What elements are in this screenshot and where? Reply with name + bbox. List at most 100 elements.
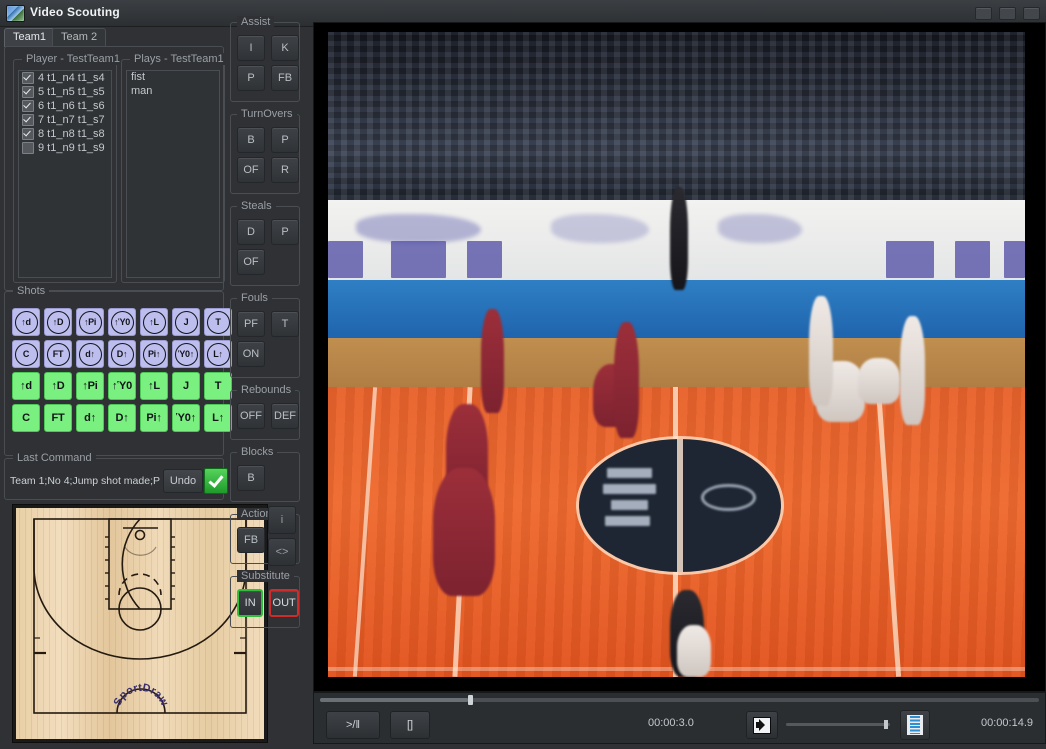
player-checkbox[interactable]: [22, 72, 34, 84]
stat-button-out[interactable]: OUT: [269, 589, 299, 617]
shot-button[interactable]: ↑Ὑ0: [108, 372, 136, 400]
player-checkbox[interactable]: [22, 100, 34, 112]
close-icon[interactable]: [1023, 7, 1040, 20]
player-list-item[interactable]: 5 t1_n5 t1_s5: [19, 85, 111, 99]
shot-button[interactable]: C: [12, 340, 40, 368]
shot-button[interactable]: D↑: [108, 404, 136, 432]
stat-button-p[interactable]: P: [271, 219, 299, 245]
player-list-item[interactable]: 6 t1_n6 t1_s6: [19, 99, 111, 113]
shot-button-label: ↑d: [20, 379, 32, 392]
video-frame[interactable]: [313, 22, 1046, 692]
stat-button-d[interactable]: D: [237, 219, 265, 245]
plays-list-item[interactable]: fist: [127, 71, 219, 85]
shot-button[interactable]: FT: [44, 340, 72, 368]
stat-button-off[interactable]: OFF: [237, 403, 265, 429]
shot-button[interactable]: ↑d: [12, 372, 40, 400]
player-checkbox[interactable]: [22, 128, 34, 140]
shot-button-label: J: [174, 310, 198, 334]
shots-group: Shots ↑d ↑D ↑Pi ↑Ὑ0 ↑L J T C FT d↑ D↑ Pi↑ Ὑ0↑ L↑ ↑d ↑D ↑…: [4, 285, 232, 456]
film-strip-icon[interactable]: [900, 710, 930, 740]
player-list[interactable]: 4 t1_n4 t1_s4 5 t1_n5 t1_s5 6 t1_n6 t1_s6 7…: [18, 70, 112, 278]
plays-list-item[interactable]: man: [127, 85, 219, 99]
shot-button-label: T: [206, 310, 230, 334]
stat-button-of[interactable]: OF: [237, 157, 265, 183]
shot-button[interactable]: Pi↑: [140, 340, 168, 368]
stat-button-p[interactable]: P: [237, 65, 265, 91]
shot-button[interactable]: ↑Pi: [76, 372, 104, 400]
code-button[interactable]: <>: [268, 538, 296, 566]
shot-button-label: ↑L: [142, 310, 166, 334]
last-command-label: Last Command: [13, 452, 96, 464]
shot-button[interactable]: Ὑ0↑: [172, 340, 200, 368]
tab-team1[interactable]: Team1: [4, 28, 56, 47]
stat-button-fb[interactable]: FB: [237, 527, 265, 553]
shot-button[interactable]: T: [204, 308, 232, 336]
plays-list[interactable]: fist man: [126, 70, 220, 278]
shot-button[interactable]: ↑L: [140, 308, 168, 336]
video-crowd-region: [328, 32, 1025, 200]
shots-row: C FT d↑ D↑ Pi↑ Ὑ0↑ L↑: [12, 340, 232, 368]
stat-button-b[interactable]: B: [237, 465, 265, 491]
shot-button[interactable]: J: [172, 308, 200, 336]
stat-button-pf[interactable]: PF: [237, 311, 265, 337]
volume-handle[interactable]: [883, 720, 888, 729]
player-checkbox[interactable]: [22, 86, 34, 98]
shot-button[interactable]: Ὑ0↑: [172, 404, 200, 432]
player-checkbox[interactable]: [22, 114, 34, 126]
player-list-item[interactable]: 4 t1_n4 t1_s4: [19, 71, 111, 85]
shot-button[interactable]: L↑: [204, 404, 232, 432]
seek-bar[interactable]: [320, 695, 1039, 705]
window-title: Video Scouting: [30, 5, 120, 19]
player-list-item[interactable]: 7 t1_n7 t1_s7: [19, 113, 111, 127]
stat-button-fb[interactable]: FB: [271, 65, 299, 91]
confirm-check-icon[interactable]: [204, 468, 228, 494]
stat-button-t[interactable]: T: [271, 311, 299, 337]
video-surface[interactable]: [328, 32, 1025, 677]
seek-handle[interactable]: [468, 695, 474, 705]
group-button-row: IN OUT: [231, 589, 299, 617]
group-button-row: OFF DEF: [231, 403, 299, 429]
shot-button[interactable]: FT: [44, 404, 72, 432]
shot-button[interactable]: ↑Pi: [76, 308, 104, 336]
shot-button[interactable]: ↑D: [44, 308, 72, 336]
shot-button[interactable]: ↑L: [140, 372, 168, 400]
shot-button[interactable]: T: [204, 372, 232, 400]
volume-slider[interactable]: [786, 720, 890, 729]
player-list-item[interactable]: 8 t1_n8 t1_s8: [19, 127, 111, 141]
tab-team2[interactable]: Team 2: [52, 28, 107, 47]
stat-button-p[interactable]: P: [271, 127, 299, 153]
stat-button-on[interactable]: ON: [237, 341, 265, 367]
player-list-item[interactable]: 9 t1_n9 t1_s9: [19, 141, 111, 155]
stat-button-k[interactable]: K: [271, 35, 299, 61]
shot-button[interactable]: ↑d: [12, 308, 40, 336]
stat-button-def[interactable]: DEF: [271, 403, 299, 429]
shot-button[interactable]: J: [172, 372, 200, 400]
speaker-icon[interactable]: [746, 711, 778, 739]
plays-group: Plays - TestTeam1 fist man: [121, 53, 228, 283]
shots-row: ↑d ↑D ↑Pi ↑Ὑ0 ↑L J T: [12, 372, 232, 400]
maximize-icon[interactable]: [999, 7, 1016, 20]
shot-button[interactable]: C: [12, 404, 40, 432]
shot-button[interactable]: L↑: [204, 340, 232, 368]
shot-button[interactable]: d↑: [76, 340, 104, 368]
stat-button-b[interactable]: B: [237, 127, 265, 153]
player-checkbox[interactable]: [22, 142, 34, 154]
player-label: 6 t1_n6 t1_s6: [38, 100, 105, 112]
play-pause-button[interactable]: >/‖: [326, 711, 380, 739]
stat-button-i[interactable]: I: [237, 35, 265, 61]
shot-button[interactable]: D↑: [108, 340, 136, 368]
stat-button-in[interactable]: IN: [237, 589, 264, 617]
undo-button[interactable]: Undo: [163, 469, 203, 493]
shot-button[interactable]: d↑: [76, 404, 104, 432]
minimize-icon[interactable]: [975, 7, 992, 20]
shot-button[interactable]: ↑Ὑ0: [108, 308, 136, 336]
window-controls: [975, 7, 1040, 20]
stat-button-r[interactable]: R: [271, 157, 299, 183]
team-panel: Player - TestTeam1 4 t1_n4 t1_s4 5 t1_n5 …: [4, 46, 228, 291]
shot-button[interactable]: Pi↑: [140, 404, 168, 432]
stat-button-of[interactable]: OF: [237, 249, 265, 275]
stop-button[interactable]: []: [390, 711, 430, 739]
player-label: 8 t1_n8 t1_s8: [38, 128, 105, 140]
info-button[interactable]: i: [268, 506, 296, 534]
shot-button[interactable]: ↑D: [44, 372, 72, 400]
